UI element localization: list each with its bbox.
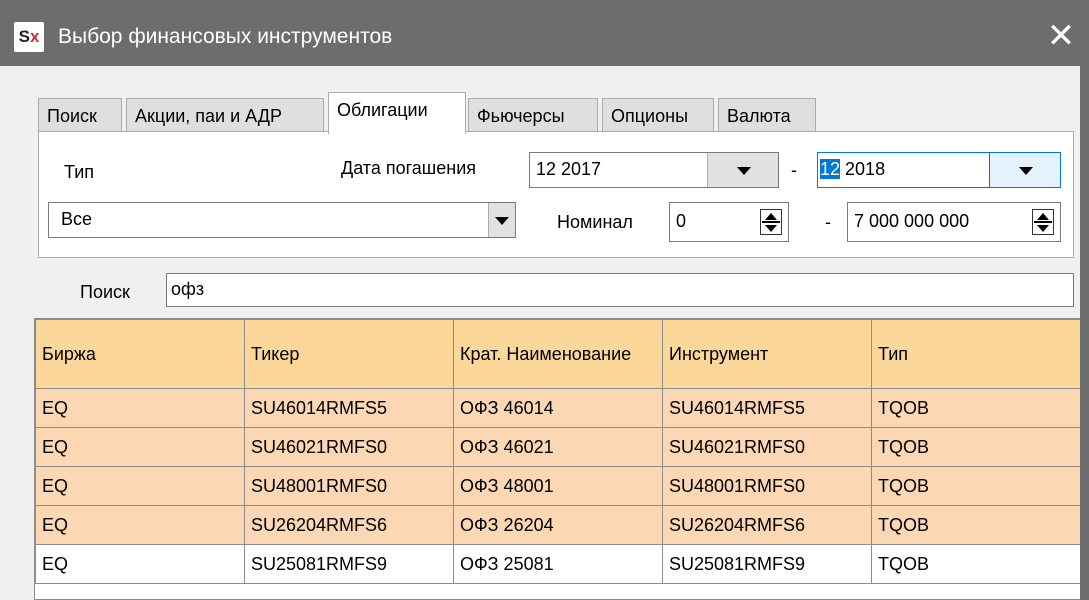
cell-short-name: ОФЗ 26204 bbox=[453, 505, 663, 545]
cell-type: TQOB bbox=[871, 544, 1080, 584]
chevron-down-icon bbox=[1019, 167, 1033, 175]
cell-type: TQOB bbox=[871, 505, 1080, 545]
search-label: Поиск bbox=[80, 282, 130, 302]
nominal-label: Номинал bbox=[557, 212, 633, 232]
cell-ticker: SU46021RMFS0 bbox=[244, 427, 454, 467]
table-row[interactable]: EQ SU48001RMFS0 ОФЗ 48001 SU48001RMFS0 T… bbox=[35, 466, 1080, 506]
table-header-row: Биржа Тикер Крат. Наименование Инструмен… bbox=[35, 319, 1080, 389]
cell-ticker: SU25081RMFS9 bbox=[244, 544, 454, 584]
tab-stocks[interactable]: Акции, паи и АДР bbox=[126, 98, 324, 132]
maturity-to-value: 12 2018 bbox=[820, 159, 886, 179]
cell-exchange: EQ bbox=[35, 505, 245, 545]
nominal-dash: - bbox=[825, 212, 831, 232]
nominal-to-spinner[interactable]: 7 000 000 000 bbox=[847, 202, 1061, 242]
window-title: Выбор финансовых инструментов bbox=[58, 25, 393, 48]
cell-type: TQOB bbox=[871, 466, 1080, 506]
maturity-from-select[interactable]: 12 2017 bbox=[529, 152, 779, 188]
column-header[interactable]: Тикер bbox=[244, 319, 454, 389]
close-icon[interactable]: ✕ bbox=[1041, 16, 1081, 56]
cell-short-name: ОФЗ 46014 bbox=[453, 388, 663, 428]
tab-bonds[interactable]: Облигации bbox=[328, 92, 466, 134]
cell-short-name: ОФЗ 46021 bbox=[453, 427, 663, 467]
type-value: Все bbox=[61, 209, 93, 229]
cell-exchange: EQ bbox=[35, 466, 245, 506]
maturity-to-selected-text: 12 bbox=[820, 159, 841, 179]
maturity-to-select[interactable]: 12 2018 bbox=[817, 152, 1061, 188]
maturity-label: Дата погашения bbox=[341, 158, 476, 178]
column-header[interactable]: Биржа bbox=[35, 319, 245, 389]
cell-ticker: SU46014RMFS5 bbox=[244, 388, 454, 428]
search-value: офз bbox=[171, 279, 205, 299]
window-border bbox=[1080, 66, 1089, 600]
tab-options[interactable]: Опционы bbox=[602, 98, 714, 132]
cell-exchange: EQ bbox=[35, 544, 245, 584]
tab-currency[interactable]: Валюта bbox=[718, 98, 816, 132]
bonds-filter-panel: Тип Дата погашения 12 2017 - 12 2018 Все… bbox=[38, 131, 1074, 258]
dropdown-button[interactable] bbox=[488, 203, 515, 237]
instruments-grid[interactable]: Биржа Тикер Крат. Наименование Инструмен… bbox=[34, 318, 1080, 600]
column-header[interactable]: Крат. Наименование bbox=[453, 319, 663, 389]
instruments-table: Биржа Тикер Крат. Наименование Инструмен… bbox=[35, 319, 1080, 584]
table-row[interactable]: EQ SU46021RMFS0 ОФЗ 46021 SU46021RMFS0 T… bbox=[35, 427, 1080, 467]
table-row[interactable]: EQ SU25081RMFS9 ОФЗ 25081 SU25081RMFS9 T… bbox=[35, 544, 1080, 584]
nominal-from-value: 0 bbox=[676, 211, 687, 231]
cell-short-name: ОФЗ 48001 bbox=[453, 466, 663, 506]
cell-ticker: SU26204RMFS6 bbox=[244, 505, 454, 545]
table-row[interactable]: EQ SU46014RMFS5 ОФЗ 46014 SU46014RMFS5 T… bbox=[35, 388, 1080, 428]
tab-futures[interactable]: Фьючерсы bbox=[468, 98, 598, 132]
tab-search[interactable]: Поиск bbox=[38, 98, 122, 132]
chevron-down-icon bbox=[495, 217, 509, 225]
spin-updown-icon[interactable] bbox=[760, 209, 782, 235]
maturity-from-value: 12 2017 bbox=[536, 159, 602, 179]
nominal-from-spinner[interactable]: 0 bbox=[669, 202, 789, 242]
title-bar: Sx Выбор финансовых инструментов ✕ bbox=[0, 0, 1089, 66]
dropdown-button[interactable] bbox=[989, 153, 1060, 187]
cell-instrument: SU48001RMFS0 bbox=[662, 466, 872, 506]
cell-short-name: ОФЗ 25081 bbox=[453, 544, 663, 584]
column-header[interactable]: Тип bbox=[871, 319, 1080, 389]
cell-instrument: SU25081RMFS9 bbox=[662, 544, 872, 584]
cell-instrument: SU46014RMFS5 bbox=[662, 388, 872, 428]
table-row[interactable]: EQ SU26204RMFS6 ОФЗ 26204 SU26204RMFS6 T… bbox=[35, 505, 1080, 545]
cell-exchange: EQ bbox=[35, 388, 245, 428]
spin-updown-icon[interactable] bbox=[1032, 209, 1054, 235]
maturity-dash: - bbox=[791, 160, 797, 180]
cell-type: TQOB bbox=[871, 388, 1080, 428]
cell-instrument: SU26204RMFS6 bbox=[662, 505, 872, 545]
app-logo-icon: Sx bbox=[14, 22, 44, 52]
type-label: Тип bbox=[64, 162, 95, 182]
cell-exchange: EQ bbox=[35, 427, 245, 467]
column-header[interactable]: Инструмент bbox=[662, 319, 872, 389]
nominal-to-value: 7 000 000 000 bbox=[854, 211, 970, 231]
chevron-down-icon bbox=[737, 167, 751, 175]
cell-ticker: SU48001RMFS0 bbox=[244, 466, 454, 506]
cell-instrument: SU46021RMFS0 bbox=[662, 427, 872, 467]
dropdown-button[interactable] bbox=[707, 153, 778, 187]
search-input[interactable]: офз bbox=[166, 273, 1074, 307]
cell-type: TQOB bbox=[871, 427, 1080, 467]
type-select[interactable]: Все bbox=[48, 202, 516, 238]
